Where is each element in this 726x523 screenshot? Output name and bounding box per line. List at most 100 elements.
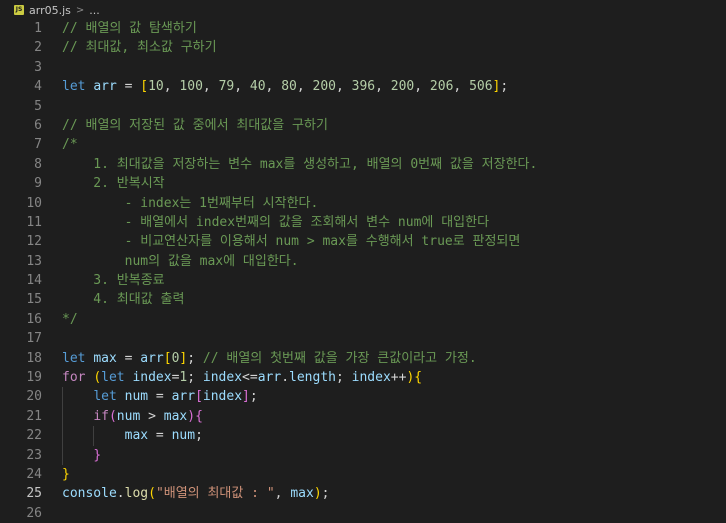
- code-text: 1. 최대값을 저장하는 변수 max를 생성하고, 배열의 0번째 값을 저장…: [62, 155, 537, 174]
- code-token: 2. 반복시작: [62, 176, 165, 192]
- code-line[interactable]: 8 1. 최대값을 저장하는 변수 max를 생성하고, 배열의 0번째 값을 …: [0, 155, 726, 174]
- line-number: 12: [26, 234, 42, 250]
- code-token: index: [132, 370, 172, 386]
- code-line[interactable]: 24}: [0, 465, 726, 484]
- code-token: console: [62, 486, 117, 502]
- code-line[interactable]: 23 }: [0, 445, 726, 465]
- line-number: 25: [26, 486, 42, 502]
- code-line[interactable]: 1 // 배열의 값 탐색하기: [0, 19, 726, 38]
- code-line[interactable]: 17: [0, 329, 726, 348]
- code-token: - 비교연산자를 이용해서 num > max를 수행해서 true로 판정되면: [62, 234, 521, 250]
- line-number: 22: [26, 428, 42, 444]
- code-token: ]: [242, 389, 250, 405]
- code-line[interactable]: 11 - 배열에서 index번째의 값을 조회해서 변수 num에 대입한다: [0, 213, 726, 232]
- code-line[interactable]: 20 let num = arr[index];: [0, 387, 726, 407]
- code-token: let: [101, 370, 133, 386]
- code-token: .: [116, 486, 125, 502]
- code-token: num: [116, 408, 141, 424]
- code-token: max: [290, 486, 314, 502]
- code-text: - 비교연산자를 이용해서 num > max를 수행해서 true로 판정되면: [62, 232, 521, 251]
- code-text: - 배열에서 index번째의 값을 조회해서 변수 num에 대입한다: [62, 213, 489, 232]
- code-line[interactable]: 12 - 비교연산자를 이용해서 num > max를 수행해서 true로 판…: [0, 232, 726, 251]
- code-line[interactable]: 10 - index는 1번째부터 시작한다.: [0, 194, 726, 213]
- code-token: 40: [249, 79, 266, 95]
- code-text: 2. 반복시작: [62, 174, 165, 193]
- breadcrumb-symbols[interactable]: ...: [89, 4, 100, 17]
- code-token: ;: [321, 486, 330, 502]
- code-line[interactable]: 25 console.log("배열의 최대값 : ", max);: [0, 484, 726, 503]
- code-editor[interactable]: 1 // 배열의 값 탐색하기 2 // 최대값, 최소값 구하기 3 4 let arr …: [0, 19, 726, 523]
- code-line[interactable]: 16 */: [0, 310, 726, 329]
- code-token: // 배열의 저장된 값 중에서 최대값을 구하기: [62, 117, 328, 133]
- code-token: max: [93, 350, 117, 366]
- code-token: ;: [195, 428, 203, 444]
- code-token: 206: [429, 79, 454, 95]
- code-token: (: [93, 370, 102, 386]
- line-number: 20: [26, 389, 42, 405]
- code-text: num의 값을 max에 대입한다.: [62, 252, 299, 271]
- code-token: */: [62, 311, 78, 327]
- code-token: let: [93, 389, 125, 405]
- code-token: ;: [187, 350, 203, 366]
- code-token: ,: [163, 79, 180, 95]
- code-text: - index는 1번째부터 시작한다.: [62, 194, 319, 213]
- code-line[interactable]: 7 /*: [0, 135, 726, 154]
- code-token: 79: [218, 79, 235, 95]
- code-token: (: [108, 408, 117, 424]
- code-text: max = num;: [62, 426, 203, 445]
- line-number: 19: [26, 370, 42, 386]
- code-token: ;: [249, 389, 258, 405]
- line-number: 9: [34, 176, 42, 192]
- code-token: num: [171, 428, 196, 444]
- code-token: 3. 반복종료: [62, 273, 165, 289]
- code-line[interactable]: 4 let arr = [10, 100, 79, 40, 80, 200, 39…: [0, 77, 726, 96]
- code-token: arr: [140, 350, 164, 366]
- code-token: <=: [242, 370, 258, 386]
- code-token: max: [163, 408, 188, 424]
- code-token: ;: [500, 79, 509, 95]
- line-number: 8: [34, 156, 42, 172]
- code-line[interactable]: 21 if(num > max){: [0, 406, 726, 427]
- code-line[interactable]: 19 for (let index=1; index<=arr.length; i…: [0, 368, 726, 387]
- code-text: let num = arr[index];: [62, 387, 258, 406]
- code-token: - index는 1번째부터 시작한다.: [62, 195, 319, 211]
- line-number: 23: [26, 447, 42, 463]
- code-line[interactable]: 13 num의 값을 max에 대입한다.: [0, 252, 726, 271]
- code-token: 506: [469, 79, 493, 95]
- code-text: // 최대값, 최소값 구하기: [62, 38, 217, 57]
- code-line[interactable]: 2 // 최대값, 최소값 구하기: [0, 38, 726, 57]
- javascript-file-icon: JS: [14, 5, 24, 15]
- breadcrumb-file-name[interactable]: arr05.js: [29, 4, 71, 17]
- code-text: let arr = [10, 100, 79, 40, 80, 200, 396…: [62, 77, 508, 96]
- code-token: for: [62, 370, 86, 386]
- code-line[interactable]: 9 2. 반복시작: [0, 174, 726, 193]
- code-token: 4. 최대값 출력: [62, 292, 185, 308]
- code-line[interactable]: 3: [0, 58, 726, 77]
- code-token: ,: [274, 486, 291, 502]
- code-text: // 배열의 저장된 값 중에서 최대값을 구하기: [62, 116, 328, 135]
- code-token: arr: [93, 79, 117, 95]
- code-line[interactable]: 14 3. 반복종료: [0, 271, 726, 290]
- code-token: {: [414, 370, 423, 386]
- code-token: ,: [265, 79, 282, 95]
- line-number: 7: [34, 137, 42, 153]
- code-token: arr: [171, 389, 196, 405]
- code-token: "배열의 최대값 : ": [155, 486, 275, 502]
- code-token: ++: [390, 370, 407, 386]
- code-line[interactable]: 5: [0, 97, 726, 116]
- line-number: 1: [34, 21, 42, 36]
- code-token: // 배열의 첫번째 값을 가장 큰값이라고 가정.: [202, 350, 477, 366]
- code-token: 100: [179, 79, 203, 95]
- code-line[interactable]: 15 4. 최대값 출력: [0, 290, 726, 309]
- code-line[interactable]: 18 let max = arr[0]; // 배열의 첫번째 값을 가장 큰값이…: [0, 349, 726, 368]
- line-number: 6: [34, 117, 42, 133]
- code-token: .: [281, 370, 290, 386]
- code-text: for (let index=1; index<=arr.length; ind…: [62, 368, 422, 387]
- code-token: ;: [187, 370, 203, 386]
- code-token: arr: [257, 370, 282, 386]
- code-token: ): [313, 486, 322, 502]
- code-line[interactable]: 22 max = num;: [0, 426, 726, 446]
- code-token: {: [195, 408, 203, 424]
- code-line[interactable]: 6 // 배열의 저장된 값 중에서 최대값을 구하기: [0, 116, 726, 135]
